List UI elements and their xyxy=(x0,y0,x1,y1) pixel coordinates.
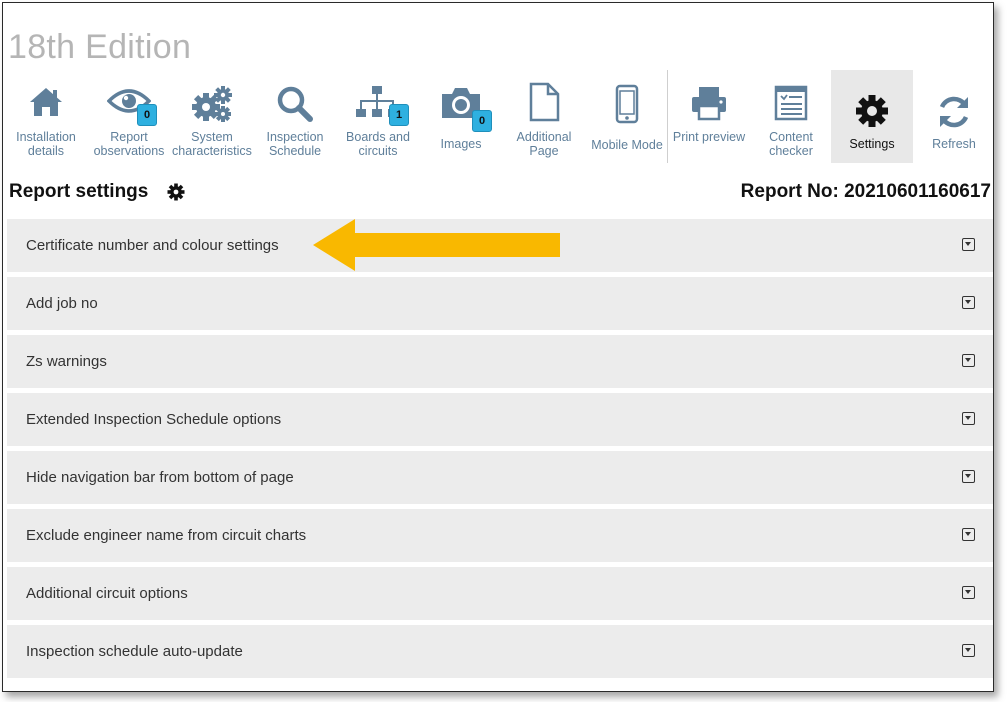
toolbar-images[interactable]: 0 Images xyxy=(420,70,502,163)
caret-down-icon[interactable] xyxy=(962,528,975,541)
refresh-icon xyxy=(913,94,993,134)
toolbar-label: Print preview xyxy=(672,130,746,144)
section-label: Zs warnings xyxy=(26,353,107,370)
toolbar-installation-details[interactable]: Installation details xyxy=(5,70,87,163)
toolbar-print-preview[interactable]: Print preview xyxy=(668,70,750,163)
section-label: Extended Inspection Schedule options xyxy=(26,411,282,428)
gear-icon xyxy=(831,94,913,134)
settings-section-zs-warnings[interactable]: Zs warnings xyxy=(7,335,993,388)
settings-section-exclude-engineer[interactable]: Exclude engineer name from circuit chart… xyxy=(7,509,993,562)
images-badge: 0 xyxy=(472,110,492,132)
section-label: Additional circuit options xyxy=(26,585,188,602)
toolbar-label: Refresh xyxy=(932,137,976,151)
toolbar-label: Mobile Mode xyxy=(591,138,663,152)
caret-down-icon[interactable] xyxy=(962,412,975,425)
toolbar-mobile-mode[interactable]: Mobile Mode xyxy=(586,70,668,163)
toolbar-label: Settings xyxy=(849,137,895,151)
caret-down-icon[interactable] xyxy=(962,644,975,657)
toolbar-label: Additional Page xyxy=(516,130,572,158)
report-number: Report No: 20210601160617 xyxy=(740,181,991,202)
settings-section-hide-navigation[interactable]: Hide navigation bar from bottom of page xyxy=(7,451,993,504)
app-window: 18th Edition Installation details 0 Repo… xyxy=(2,2,994,692)
toolbar-label: Images xyxy=(440,137,482,151)
settings-section-additional-circuit[interactable]: Additional circuit options xyxy=(7,567,993,620)
settings-section-extended-inspection[interactable]: Extended Inspection Schedule options xyxy=(7,393,993,446)
gear-icon xyxy=(167,183,185,206)
toolbar-report-observations[interactable]: 0 Report observations xyxy=(88,70,170,163)
printer-icon xyxy=(668,85,750,125)
search-icon xyxy=(254,85,336,125)
mobile-icon xyxy=(586,84,668,124)
page-title: Report settings xyxy=(9,181,149,202)
toolbar-settings[interactable]: Settings xyxy=(831,70,913,163)
observations-badge: 0 xyxy=(137,104,157,126)
eye-icon xyxy=(88,85,170,125)
caret-down-icon[interactable] xyxy=(962,586,975,599)
toolbar-label: Inspection Schedule xyxy=(266,130,324,158)
caret-down-icon[interactable] xyxy=(962,238,975,251)
toolbar-boards-and-circuits[interactable]: 1 Boards and circuits xyxy=(337,70,419,163)
toolbar-content-checker[interactable]: Content checker xyxy=(750,70,832,163)
section-label: Add job no xyxy=(26,295,98,312)
toolbar-label: Content checker xyxy=(769,130,813,158)
annotation-arrow xyxy=(309,217,563,278)
toolbar-label: System characteristics xyxy=(172,130,252,158)
toolbar-system-characteristics[interactable]: System characteristics xyxy=(171,70,253,163)
toolbar: Installation details 0 Report observatio… xyxy=(3,67,993,165)
page-icon xyxy=(503,82,585,122)
home-icon xyxy=(5,85,87,125)
settings-section-job-no[interactable]: Add job no xyxy=(7,277,993,330)
toolbar-refresh[interactable]: Refresh xyxy=(913,70,993,163)
caret-down-icon[interactable] xyxy=(962,470,975,483)
section-label: Hide navigation bar from bottom of page xyxy=(26,469,294,486)
checklist-icon xyxy=(750,85,832,125)
section-label: Exclude engineer name from circuit chart… xyxy=(26,527,307,544)
boards-badge: 1 xyxy=(389,104,409,126)
edition-title: 18th Edition xyxy=(8,28,192,66)
toolbar-label: Installation details xyxy=(16,130,76,158)
caret-down-icon[interactable] xyxy=(962,354,975,367)
section-label: Inspection schedule auto-update xyxy=(26,643,243,660)
section-label: Certificate number and colour settings xyxy=(26,237,279,254)
heading-row: Report settings Report No: 2021060116061… xyxy=(3,175,993,211)
toolbar-additional-page[interactable]: Additional Page xyxy=(503,70,585,163)
caret-down-icon[interactable] xyxy=(962,296,975,309)
toolbar-label: Boards and circuits xyxy=(346,130,410,158)
toolbar-label: Report observations xyxy=(93,130,165,158)
gears-icon xyxy=(171,85,253,125)
toolbar-inspection-schedule[interactable]: Inspection Schedule xyxy=(254,70,336,163)
settings-section-auto-update[interactable]: Inspection schedule auto-update xyxy=(7,625,993,678)
